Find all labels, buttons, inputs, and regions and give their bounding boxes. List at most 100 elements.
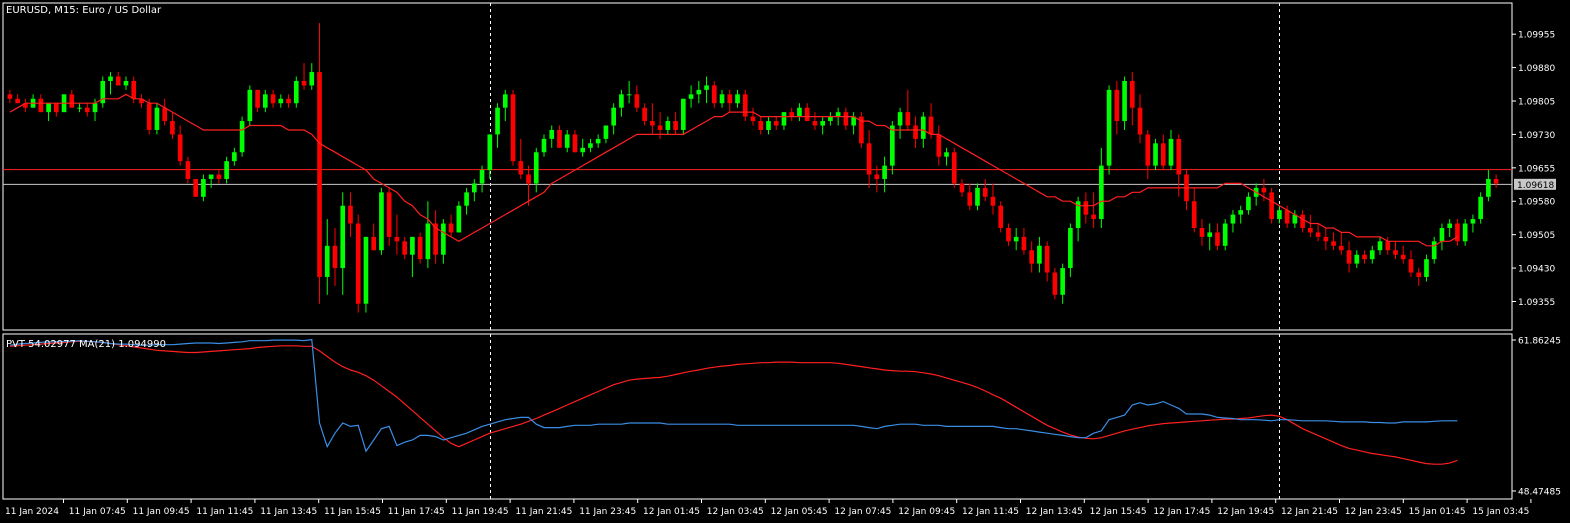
candle-bull <box>379 192 384 251</box>
candle-bull <box>541 138 547 153</box>
candle-bear <box>1493 178 1499 184</box>
chart-background <box>0 0 1570 523</box>
time-tick-label: 12 Jan 17:45 <box>1153 507 1210 517</box>
candle-bear <box>162 107 168 122</box>
candle-bear <box>1284 210 1290 224</box>
time-tick-label: 12 Jan 23:45 <box>1345 507 1402 517</box>
candle-bull <box>549 129 555 139</box>
candle-bear <box>193 178 198 197</box>
price-tick-label: 1.09580 <box>1518 198 1555 208</box>
candle-bull <box>704 85 709 90</box>
candle-bear <box>711 85 717 104</box>
candle-bear <box>750 116 756 122</box>
candle-bear <box>84 107 90 113</box>
candle-bull <box>595 138 601 144</box>
candle-bull <box>441 223 446 255</box>
candle-bear <box>1338 245 1344 251</box>
candle-bull <box>1122 80 1127 122</box>
time-tick-label: 11 Jan 17:45 <box>388 507 445 517</box>
time-tick-label: 11 Jan 13:45 <box>260 507 317 517</box>
candle-bull <box>611 107 616 126</box>
candle-bull <box>1431 241 1437 260</box>
time-tick-label: 12 Jan 15:45 <box>1090 507 1147 517</box>
candle-bear <box>572 134 578 153</box>
candle-bear <box>1346 250 1352 264</box>
candle-bull <box>533 152 539 184</box>
price-tick-label: 1.09430 <box>1518 265 1555 275</box>
candle-bear <box>657 125 663 130</box>
time-tick-label: 11 Jan 07:45 <box>69 507 126 517</box>
candle-bull <box>1222 223 1228 246</box>
candle-bear <box>69 94 75 108</box>
candle-bull <box>564 134 570 148</box>
candle-bear <box>990 196 996 206</box>
candle-bear <box>1145 134 1151 166</box>
candle-bear <box>417 236 423 260</box>
candle-bull <box>487 134 493 171</box>
price-axis: 1.09955 1.09880 1.09805 1.09730 1.09655 1.095… <box>1512 31 1555 308</box>
time-tick-label: 12 Jan 19:45 <box>1217 507 1274 517</box>
time-tick-label: 12 Jan 07:45 <box>834 507 891 517</box>
candle-bear <box>1269 192 1274 220</box>
candle-bear <box>789 112 795 117</box>
candle-bull <box>1037 245 1042 264</box>
candle-bear <box>510 94 516 162</box>
candle-bull <box>262 94 268 108</box>
candle-bull <box>580 147 586 153</box>
candle-bull <box>1068 227 1073 269</box>
candle-bull <box>1168 138 1174 166</box>
candle-bull <box>425 223 431 260</box>
current-price-tag-text: 1.09618 <box>1517 181 1554 191</box>
candle-bull <box>224 161 229 179</box>
candle-bear <box>115 76 121 86</box>
candle-bull <box>1207 232 1213 237</box>
candle-bear <box>1114 89 1120 122</box>
candle-bear <box>1176 138 1182 175</box>
candle-bull <box>363 236 369 304</box>
candle-bull <box>208 174 214 179</box>
candle-bear <box>1261 187 1267 193</box>
candle-bull <box>1470 219 1476 224</box>
candle-bull <box>588 143 593 148</box>
candle-bull <box>154 107 160 130</box>
candle-bull <box>1153 143 1158 166</box>
indicator-label: PVT 54.02977 MA(21) 1.094990 <box>6 339 166 350</box>
candle-bull <box>1230 214 1236 224</box>
candle-bull <box>1354 254 1360 264</box>
candle-bull <box>828 116 833 122</box>
candle-bear <box>1029 250 1034 264</box>
candle-bear <box>355 223 361 304</box>
candle-bear <box>371 236 377 251</box>
candle-bear <box>727 94 733 104</box>
candle-bear <box>928 116 934 135</box>
candle-bull <box>472 183 477 193</box>
candle-bull <box>1377 241 1383 251</box>
time-tick-label: 11 Jan 11:45 <box>196 507 253 517</box>
candle-bull <box>890 125 895 166</box>
candle-bear <box>526 174 531 184</box>
candle-bear <box>1362 254 1367 260</box>
price-tick-label: 1.09805 <box>1518 98 1555 108</box>
candle-bear <box>866 143 872 175</box>
candle-bull <box>232 152 237 162</box>
candle-bull <box>735 94 740 104</box>
candle-bull <box>975 187 980 206</box>
candle-bear <box>402 241 407 255</box>
chart-canvas[interactable]: 1.09955 1.09880 1.09805 1.09730 1.09655 1.095… <box>0 0 1570 523</box>
price-tick-label: 1.09505 <box>1518 231 1555 241</box>
price-tick-label: 1.09730 <box>1518 131 1555 141</box>
time-tick-label: 12 Jan 13:45 <box>1026 507 1083 517</box>
candle-bear <box>146 103 152 130</box>
candle-bear <box>448 223 454 233</box>
candle-bull <box>1424 259 1429 277</box>
candle-bear <box>812 121 818 126</box>
price-tick-label: 1.09955 <box>1518 31 1555 41</box>
candle-bear <box>1416 272 1422 277</box>
time-tick-label: 12 Jan 11:45 <box>962 507 1019 517</box>
candle-bull <box>340 205 346 269</box>
candle-bull <box>1013 236 1019 242</box>
candle-bull <box>1478 196 1483 220</box>
candle-bear <box>804 107 810 122</box>
candle-bull <box>1486 178 1491 197</box>
time-tick-label: 11 Jan 2024 <box>5 507 59 517</box>
